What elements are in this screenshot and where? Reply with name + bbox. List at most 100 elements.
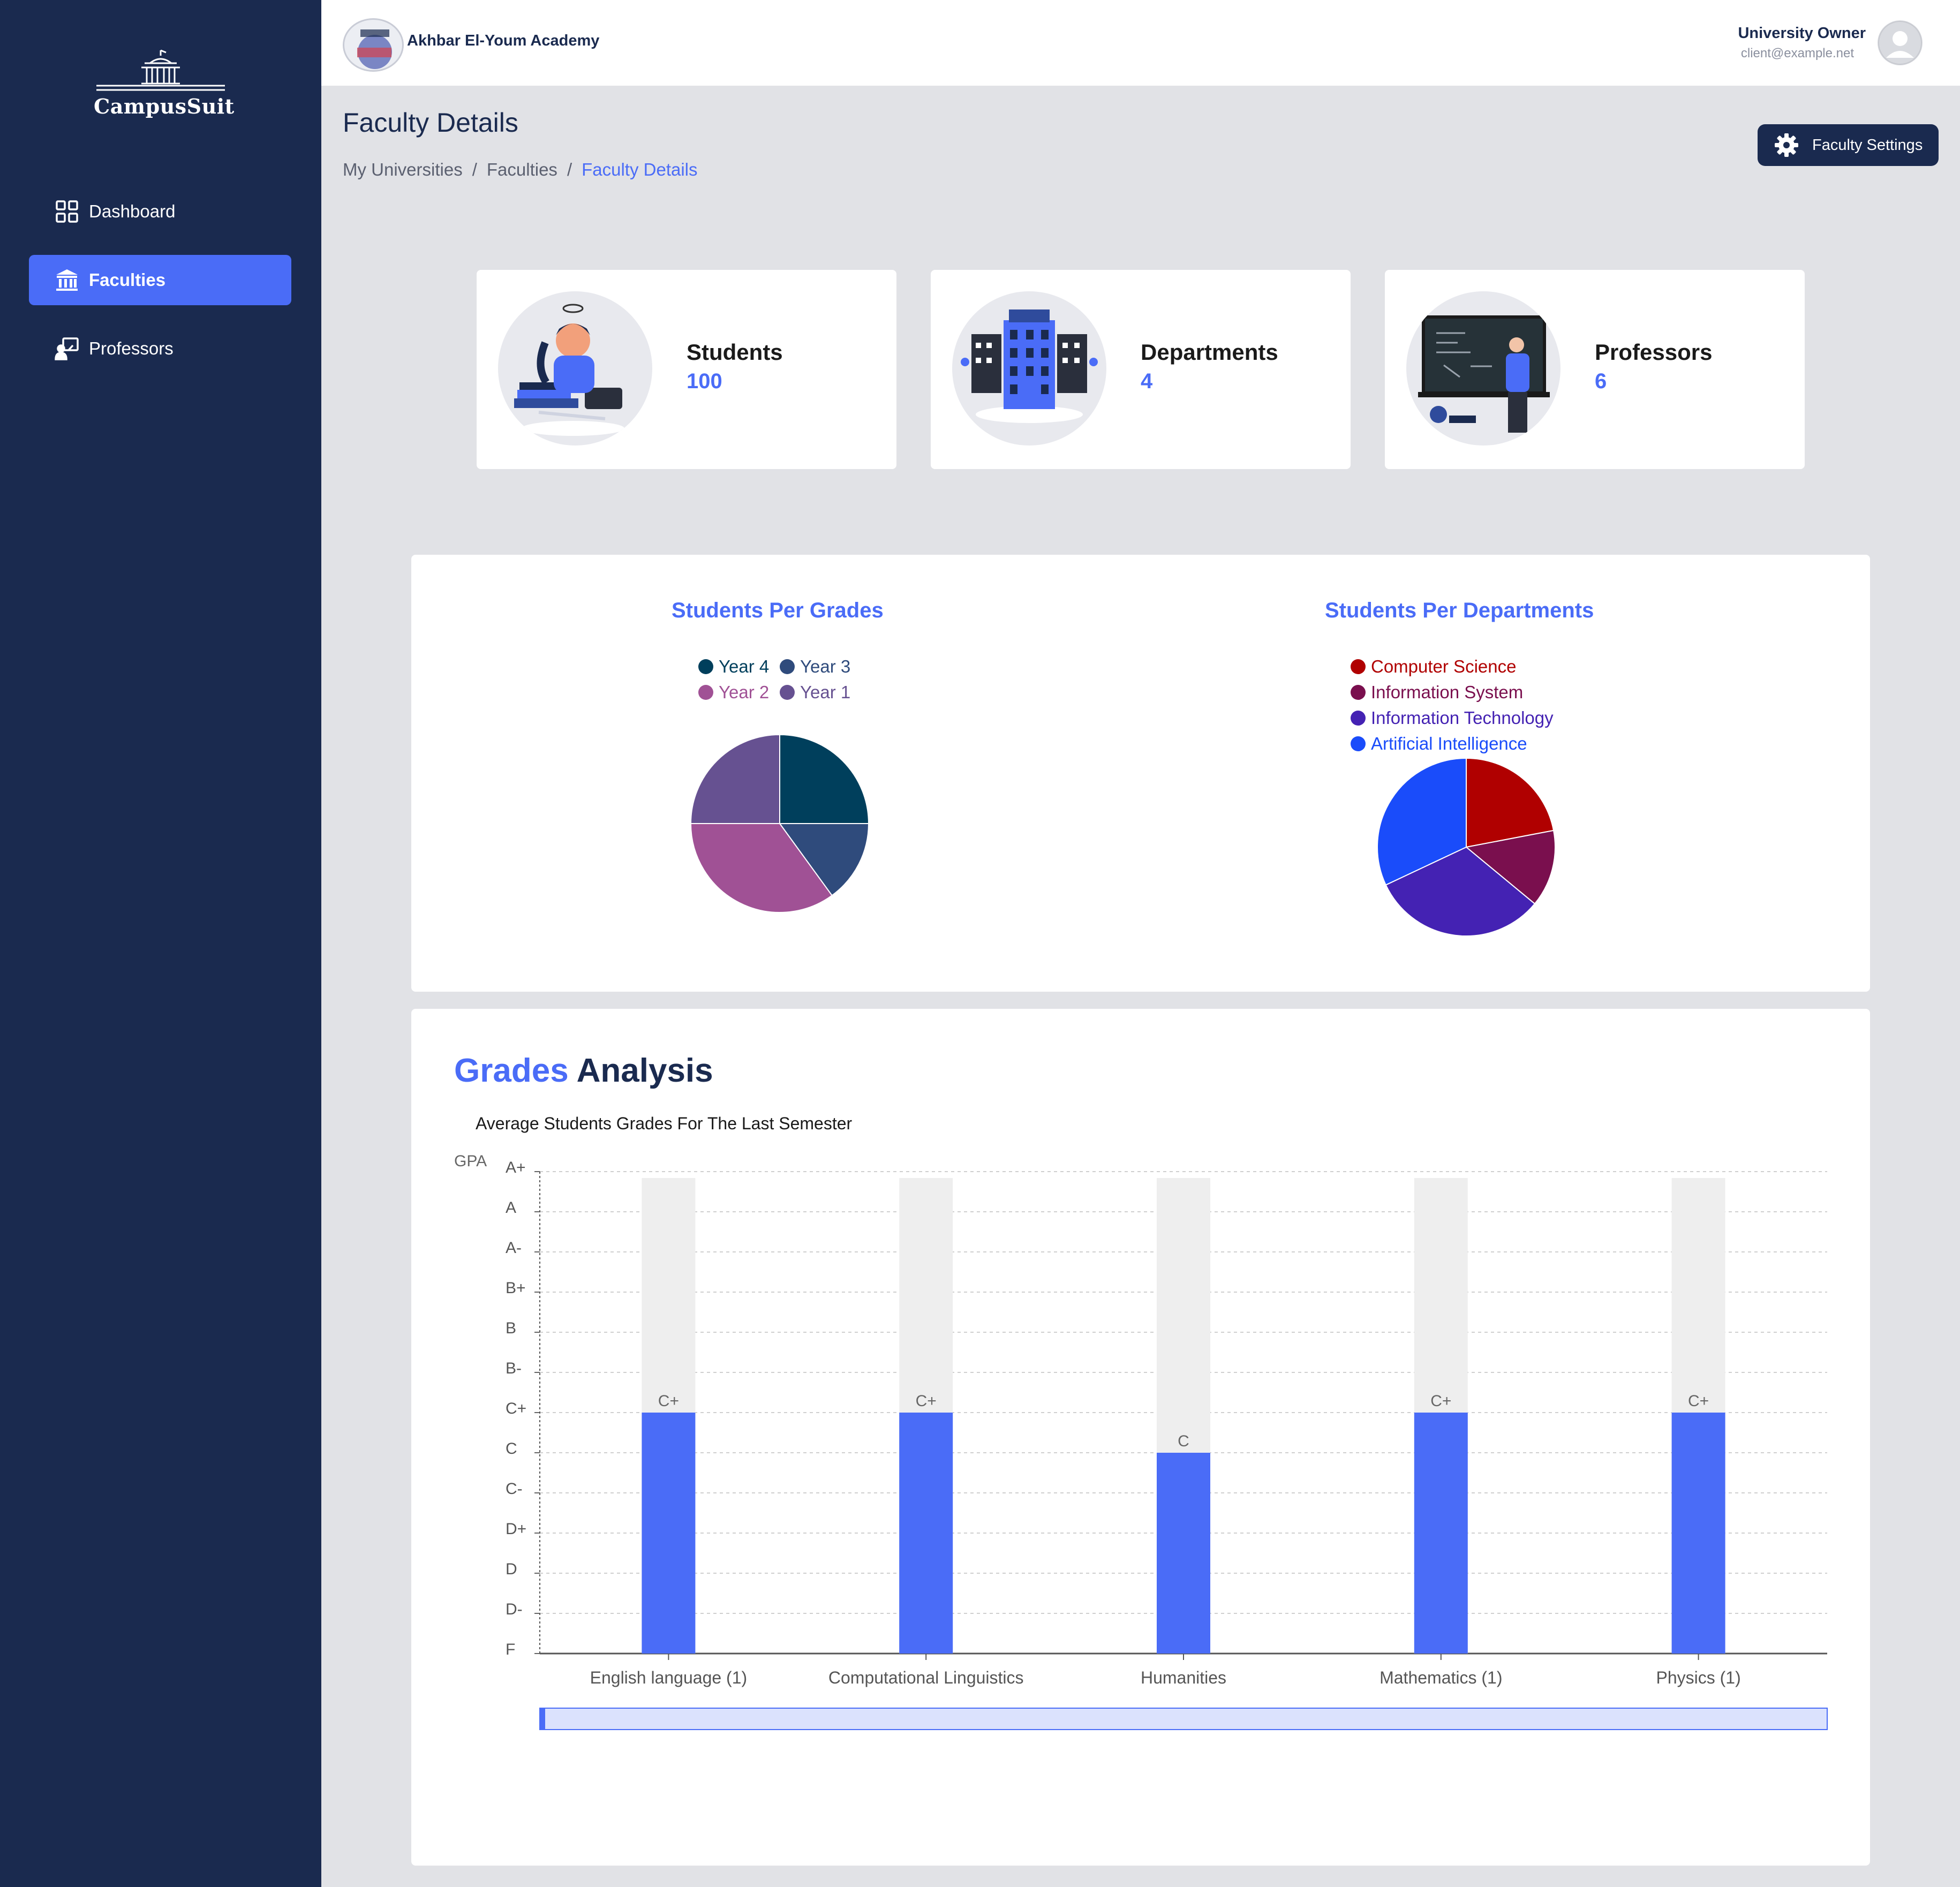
bar-value-label: C+ [1430, 1392, 1451, 1410]
stat-card-professors[interactable]: Professors 6 [1385, 270, 1805, 469]
legend-label: Artificial Intelligence [1371, 734, 1527, 753]
sidebar-item-faculties[interactable]: Faculties [29, 255, 291, 305]
faculty-settings-label: Faculty Settings [1812, 136, 1923, 154]
bar[interactable] [642, 1413, 696, 1654]
chart-scrollbar-handle[interactable] [540, 1708, 545, 1730]
y-tick-label: C [506, 1440, 517, 1458]
sidebar-item-label: Dashboard [89, 201, 176, 221]
pie-slice[interactable] [690, 734, 780, 824]
bar[interactable] [899, 1413, 953, 1654]
y-tick-label: D- [506, 1601, 523, 1618]
legend-item[interactable]: Artificial Intelligence [1351, 734, 1527, 754]
y-tick-label: A- [506, 1239, 522, 1257]
breadcrumb: My Universities / Faculties / Faculty De… [343, 160, 698, 180]
legend-marker [1351, 711, 1366, 726]
stat-card-departments[interactable]: Departments 4 [931, 270, 1351, 469]
bar[interactable] [1157, 1453, 1210, 1654]
legend-item[interactable]: Year 2 [698, 682, 769, 703]
sidebar-item-label: Faculties [89, 270, 166, 290]
academy-logo [343, 18, 404, 72]
pie-charts-panel: Students Per Grades Students Per Departm… [411, 555, 1870, 992]
brand-name: CampusSuit [94, 94, 235, 118]
bar[interactable] [1414, 1413, 1468, 1654]
sidebar-item-label: Professors [89, 338, 174, 358]
legend-item[interactable]: Year 1 [780, 682, 850, 703]
x-tick-label: Mathematics (1) [1379, 1668, 1502, 1687]
stat-card-students[interactable]: Students 100 [477, 270, 896, 469]
legend-marker [1351, 659, 1366, 674]
legend-item[interactable]: Year 4 [698, 656, 769, 677]
faculty-settings-button[interactable]: Faculty Settings [1758, 124, 1939, 166]
y-tick-label: B+ [506, 1279, 526, 1297]
stat-label: Professors [1595, 339, 1713, 365]
stat-value: 4 [1141, 369, 1153, 393]
y-tick-label: A [506, 1199, 516, 1217]
bar-value-label: C [1178, 1432, 1189, 1450]
y-axis-label: GPA [454, 1152, 487, 1170]
legend-item[interactable]: Information Technology [1351, 708, 1554, 728]
professors-illustration [1406, 291, 1561, 446]
breadcrumb-separator: / [567, 160, 572, 179]
breadcrumb-item[interactable]: My Universities [343, 160, 463, 180]
pie-slice[interactable] [779, 734, 870, 824]
stat-value: 6 [1595, 369, 1607, 393]
y-tick-label: F [506, 1641, 515, 1658]
legend-marker [1351, 685, 1366, 700]
legend-label: Year 4 [719, 656, 770, 676]
user-email: client@example.net [1740, 46, 1854, 61]
x-tick-label: Computational Linguistics [828, 1668, 1024, 1687]
chart-scrollbar[interactable] [539, 1708, 1828, 1730]
stat-label: Departments [1141, 339, 1278, 365]
grades-title: Grades Analysis [454, 1052, 713, 1090]
sidebar-item-dashboard[interactable]: Dashboard [29, 186, 291, 237]
legend-marker [1351, 736, 1366, 751]
bar-value-label: C+ [658, 1392, 679, 1410]
legend-label: Computer Science [1371, 656, 1517, 676]
legend-item[interactable]: Year 3 [780, 656, 850, 677]
legend-label: Year 1 [800, 682, 851, 702]
y-tick-label: C- [506, 1480, 523, 1498]
top-header: Akhbar El-Youm Academy University Owner … [321, 0, 1960, 86]
stat-label: Students [687, 339, 783, 365]
user-name: University Owner [1738, 25, 1866, 42]
y-tick-label: B [506, 1319, 516, 1337]
students-per-grades-pie [690, 734, 870, 913]
students-per-departments-pie [1377, 757, 1556, 937]
x-tick-label: English language (1) [590, 1668, 748, 1687]
y-tick-label: B- [506, 1360, 522, 1377]
departments-illustration [952, 291, 1106, 446]
stat-value: 100 [687, 369, 722, 393]
y-tick-label: D [506, 1560, 517, 1578]
legend-marker [698, 659, 713, 674]
breadcrumb-separator: / [472, 160, 477, 179]
x-tick-label: Physics (1) [1656, 1668, 1740, 1687]
legend-item[interactable]: Computer Science [1351, 656, 1516, 677]
brand-logo[interactable]: CampusSuit [94, 47, 235, 127]
bar[interactable] [1671, 1413, 1725, 1654]
bar-value-label: C+ [1688, 1392, 1709, 1410]
legend-marker [698, 685, 713, 700]
sidebar-item-professors[interactable]: Professors [29, 323, 291, 374]
grades-subtitle: Average Students Grades For The Last Sem… [476, 1114, 853, 1133]
chart-title: Students Per Departments [1325, 599, 1594, 622]
y-tick-label: C+ [506, 1400, 526, 1417]
legend-item[interactable]: Information System [1351, 682, 1523, 703]
legend-label: Information System [1371, 682, 1524, 702]
legend-label: Information Technology [1371, 708, 1554, 728]
chart-title: Students Per Grades [672, 599, 884, 622]
campus-building-icon [96, 49, 225, 91]
grades-title-rest: Analysis [576, 1052, 713, 1089]
academy-name: Akhbar El-Youm Academy [407, 32, 600, 49]
legend-label: Year 3 [800, 656, 851, 676]
page-title: Faculty Details [343, 108, 518, 138]
sidebar: CampusSuit Dashboard Faculties Professor… [0, 0, 321, 1887]
legend-label: Year 2 [719, 682, 770, 702]
y-tick-label: A+ [506, 1159, 526, 1176]
breadcrumb-item[interactable]: Faculties [487, 160, 557, 180]
y-tick-label: D+ [506, 1520, 526, 1538]
legend-marker [780, 685, 795, 700]
user-avatar-icon [1878, 21, 1922, 65]
grades-analysis-panel: Grades Analysis Average Students Grades … [411, 1009, 1870, 1866]
legend-marker [780, 659, 795, 674]
user-avatar[interactable] [1878, 20, 1923, 65]
